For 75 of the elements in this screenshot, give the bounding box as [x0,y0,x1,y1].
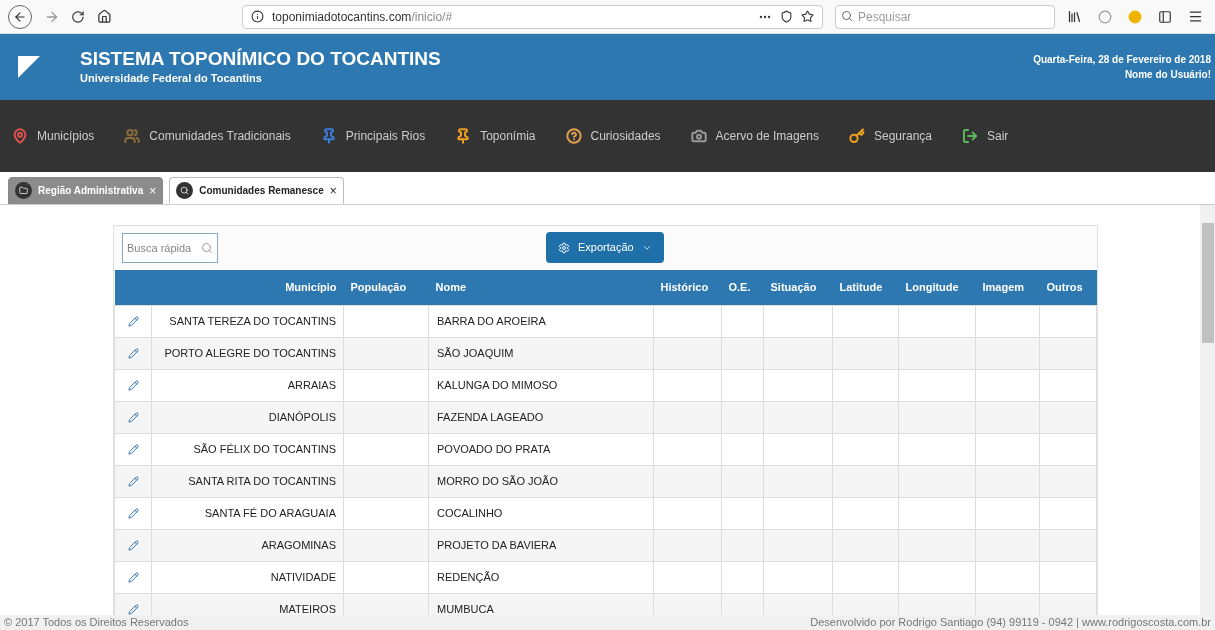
nav-link[interactable]: Sair [962,127,1009,145]
site-subtitle: Universidade Federal do Tocantins [80,70,263,86]
edit-icon[interactable] [127,476,139,488]
table-cell: ARRAIAS [151,369,344,401]
table-cell: SÃO FÉLIX DO TOCANTINS [151,433,344,465]
star-icon[interactable] [801,10,814,23]
quick-search-field[interactable]: Busca rápida [122,233,218,263]
table-cell: FAZENDA LAGEADO [428,401,654,433]
reload-icon[interactable] [71,9,86,24]
credits-text: Desenvolvido por Rodrigo Santiago (94) 99119 - 0942 | www.rodrigoscosta.com.br [810,615,1211,630]
url-text: toponimiadotocantins.com/inicio/# [271,8,454,26]
column-header: Município [151,270,344,305]
edit-icon[interactable] [127,540,139,552]
menu-icon[interactable] [1188,9,1203,24]
column-header: Nome [428,270,654,305]
edit-icon[interactable] [127,572,139,584]
column-header: Outros [1039,270,1097,305]
edit-icon[interactable] [127,508,139,520]
nav-link[interactable]: Curiosidades [565,127,661,145]
site-title: SISTEMA TOPONÍMICO DO TOCANTINS [80,47,441,70]
edit-icon[interactable] [127,380,139,392]
column-header: Histórico [653,270,722,305]
scrollbar[interactable] [1200,205,1215,615]
column-header: População [343,270,429,305]
edit-icon[interactable] [127,444,139,456]
copyright-text: © 2017 Todos os Direitos Reservados [4,615,189,630]
folder-icon [19,186,28,195]
user-name: Nome do Usuário! [1124,68,1211,82]
logo-icon [16,54,42,80]
export-button[interactable]: Exportação [546,232,664,263]
table-cell: ARAGOMINAS [151,529,344,561]
address-bar[interactable]: toponimiadotocantins.com/inicio/# [241,4,823,29]
table-cell: SANTA RITA DO TOCANTINS [151,465,344,497]
home-icon[interactable] [97,9,112,24]
search-field[interactable]: Pesquisar [835,5,1055,29]
search-icon [201,242,213,254]
scrollbar-thumb[interactable] [1201,223,1214,343]
nav-link[interactable]: Comunidades Tradicionais [124,127,291,145]
nav-link[interactable]: Toponímia [455,127,536,145]
library-icon[interactable] [1067,9,1082,24]
table-cell: COCALINHO [428,497,654,529]
table-cell: BARRA DO AROEIRA [428,305,654,337]
edit-icon[interactable] [127,412,139,424]
table-cell: KALUNGA DO MIMOSO [428,369,654,401]
sidebar-icon[interactable] [1158,9,1172,24]
table-cell: PROJETO DA BAVIERA [428,529,654,561]
table-cell: SANTA FÉ DO ARAGUAIA [151,497,344,529]
column-header: Situação [763,270,833,305]
search-icon [841,10,853,22]
edit-icon[interactable] [127,348,139,360]
column-header: Longitude [898,270,976,305]
nav-link[interactable]: Acervo de Imagens [690,127,819,145]
tab[interactable]: Comunidades Remanesce × [169,177,344,204]
table-cell: PORTO ALEGRE DO TOCANTINS [151,337,344,369]
table-cell: POVOADO DO PRATA [428,433,654,465]
column-header: Latitude [832,270,899,305]
nav-link[interactable]: Principais Rios [320,127,426,145]
back-arrow-icon [12,9,27,24]
edit-icon[interactable] [127,604,139,615]
table-cell: DIANÓPOLIS [151,401,344,433]
close-icon[interactable]: × [329,181,337,200]
nav-link[interactable]: Municípios [12,127,95,145]
table-cell: SÃO JOAQUIM [428,337,654,369]
column-header: O.E. [721,270,764,305]
search-icon [180,186,190,195]
info-icon[interactable] [250,10,264,23]
column-header: Imagem [975,270,1040,305]
table-cell: NATIVIDADE [151,561,344,593]
gear-icon [558,241,570,254]
edit-icon[interactable] [127,316,139,328]
table-cell: SANTA TEREZA DO TOCANTINS [151,305,344,337]
date-text: Quarta-Feira, 28 de Fevereiro de 2018 [1033,53,1211,67]
table-cell: MORRO DO SÃO JOÃO [428,465,654,497]
nav-link[interactable]: Segurança [848,127,932,145]
table-cell: REDENÇÃO [428,561,654,593]
